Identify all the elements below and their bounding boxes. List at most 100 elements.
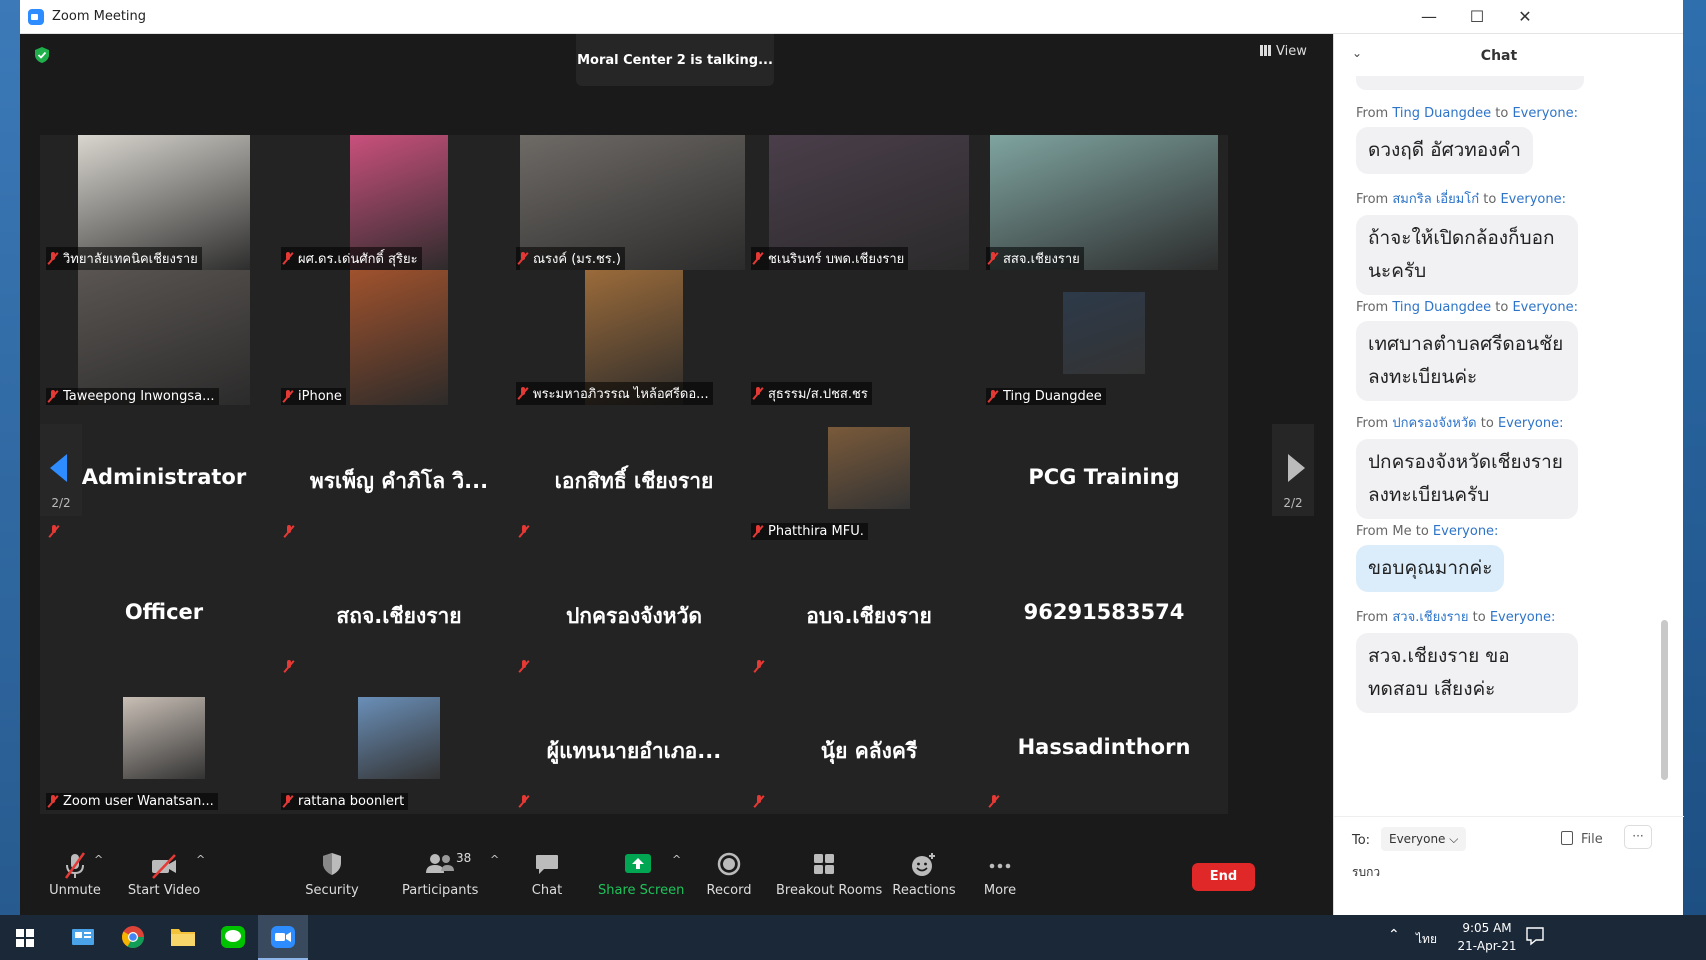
- participant-tile[interactable]: PCG Training: [980, 405, 1228, 544]
- participant-tile[interactable]: ผศ.ดร.เด่นศักดิ์ สุริยะ: [275, 135, 523, 274]
- breakout-rooms-button[interactable]: Breakout Rooms: [776, 839, 882, 915]
- participant-tile[interactable]: อบจ.เชียงราย: [745, 540, 993, 679]
- sender-name[interactable]: Ting Duangdee: [1392, 300, 1491, 315]
- participant-tile[interactable]: สุธรรม/ส.ปชส.ชร: [745, 270, 993, 409]
- participant-tile[interactable]: Hassadinthorn: [980, 675, 1228, 814]
- chat-more-button[interactable]: ···: [1624, 825, 1652, 849]
- clock-date[interactable]: 21-Apr-21: [1450, 939, 1524, 953]
- chat-message: From Ting Duangdee to Everyone: เทศบาลตำบ…: [1356, 300, 1578, 401]
- record-button[interactable]: Record: [704, 839, 754, 915]
- chat-bubble-icon: [536, 855, 558, 874]
- previous-page-button[interactable]: 2/2: [40, 424, 82, 516]
- close-button[interactable]: ✕: [1502, 4, 1548, 30]
- view-button[interactable]: View: [1260, 44, 1307, 59]
- video-options-caret[interactable]: ^: [196, 853, 205, 866]
- taskbar-app-explorer[interactable]: [158, 915, 208, 960]
- share-options-caret[interactable]: ^: [672, 853, 681, 866]
- participant-tile[interactable]: Zoom user Wanatsan...: [40, 675, 288, 814]
- participant-tile[interactable]: สถจ.เชียงราย: [275, 540, 523, 679]
- participant-tile[interactable]: วิทยาลัยเทคนิคเชียงราย: [40, 135, 288, 274]
- folder-icon: [171, 929, 195, 946]
- chat-message: From สวจ.เชียงราย to Everyone: สวจ.เชียงร…: [1356, 606, 1578, 713]
- taskbar-app-zoom[interactable]: [258, 915, 308, 960]
- participant-tile[interactable]: Ting Duangdee: [980, 270, 1228, 409]
- participants-icon: [426, 854, 454, 873]
- start-button[interactable]: [0, 915, 50, 960]
- input-language[interactable]: ไทย: [1416, 930, 1437, 949]
- participant-label: ชเนรินทร์ บพด.เชียงราย: [751, 247, 909, 270]
- chat-input[interactable]: รบกว: [1352, 863, 1380, 882]
- participant-label: Zoom user Wanatsan...: [46, 793, 218, 810]
- participant-label: ผศ.ดร.เด่นศักดิ์ สุริยะ: [281, 247, 422, 270]
- to-word: to: [1495, 106, 1509, 121]
- grid-view-icon: [1260, 45, 1271, 56]
- minimize-button[interactable]: —: [1406, 4, 1452, 30]
- participant-tile[interactable]: iPhone: [275, 270, 523, 409]
- video-grid: วิทยาลัยเทคนิคเชียงราย ผศ.ดร.เด่นศักดิ์ ส…: [40, 109, 1316, 839]
- clock-time[interactable]: 9:05 AM: [1456, 921, 1518, 935]
- notification-icon[interactable]: [1524, 925, 1546, 950]
- participant-tile[interactable]: ปกครองจังหวัด: [510, 540, 758, 679]
- from-word: From: [1356, 192, 1389, 207]
- encryption-shield-icon[interactable]: [34, 46, 50, 64]
- sender-name[interactable]: สมกริล เอี่ยมโก๋: [1392, 192, 1479, 207]
- maximize-button[interactable]: ☐: [1454, 4, 1500, 30]
- participant-tile[interactable]: ชเนรินทร์ บพด.เชียงราย: [745, 135, 993, 274]
- security-button[interactable]: Security: [300, 839, 364, 915]
- participant-tile[interactable]: Taweepong Inwongsa...: [40, 270, 288, 409]
- end-meeting-button[interactable]: End: [1192, 863, 1255, 891]
- window-title: Zoom Meeting: [52, 9, 147, 24]
- sender-name[interactable]: สวจ.เชียงราย: [1392, 610, 1468, 625]
- sender-name[interactable]: Ting Duangdee: [1392, 106, 1491, 121]
- participant-tile[interactable]: สสจ.เชียงราย: [980, 135, 1228, 274]
- participant-label: iPhone: [281, 388, 346, 405]
- sender-name[interactable]: Me: [1392, 524, 1411, 539]
- from-word: From: [1356, 524, 1389, 539]
- participant-tile[interactable]: Phatthira MFU.: [745, 405, 993, 544]
- participant-tile[interactable]: ณรงค์ (มร.ชร.): [510, 135, 758, 274]
- chevron-up-icon[interactable]: ⌃: [1388, 927, 1400, 943]
- reactions-button[interactable]: Reactions: [892, 839, 956, 915]
- chat-message-header: From สมกริล เอี่ยมโก๋ to Everyone:: [1356, 188, 1578, 209]
- to-label: To:: [1352, 833, 1371, 848]
- participant-label: ณรงค์ (มร.ชร.): [516, 247, 625, 270]
- recipient-select[interactable]: Everyone ⌵: [1381, 827, 1467, 851]
- active-speaker-indicator: Moral Center 2 is talking...: [576, 34, 774, 86]
- more-button[interactable]: More: [976, 839, 1024, 915]
- unmute-button[interactable]: Unmute: [40, 839, 110, 915]
- share-screen-button[interactable]: Share Screen: [598, 839, 684, 915]
- taskbar-app-news[interactable]: [58, 915, 108, 960]
- chat-button[interactable]: Chat: [522, 839, 572, 915]
- audio-options-caret[interactable]: ^: [94, 853, 103, 866]
- start-video-button[interactable]: Start Video: [124, 839, 204, 915]
- microphone-muted-icon: [519, 525, 529, 538]
- participants-button[interactable]: 38 Participants: [402, 839, 478, 915]
- participant-name: Officer: [124, 600, 204, 624]
- breakout-rooms-icon: [814, 854, 834, 874]
- participant-tile[interactable]: Officer: [40, 540, 288, 679]
- taskbar-app-line[interactable]: [208, 915, 258, 960]
- windows-logo-icon: [16, 929, 34, 947]
- participant-tile[interactable]: rattana boonlert: [275, 675, 523, 814]
- participants-options-caret[interactable]: ^: [490, 853, 499, 866]
- file-icon: [1561, 831, 1573, 845]
- chat-messages[interactable]: From Ting Duangdee to Everyone: ดวงฤดี อั…: [1334, 76, 1664, 816]
- zoom-window: Zoom Meeting — ☐ ✕ Moral Center 2 is tal…: [20, 0, 1684, 915]
- taskbar-app-chrome[interactable]: [108, 915, 158, 960]
- participant-tile[interactable]: พระมหาอภิวรรณ ไหล้อศรีดอ...: [510, 270, 758, 409]
- file-button[interactable]: File: [1561, 831, 1603, 847]
- camera-off-icon: [152, 854, 176, 879]
- sender-name[interactable]: ปกครองจังหวัด: [1392, 416, 1476, 431]
- next-page-button[interactable]: 2/2: [1272, 424, 1314, 516]
- participants-count: 38: [456, 851, 472, 865]
- chat-bubble: สวจ.เชียงราย ขอทดสอบ เสียงค่ะ: [1356, 633, 1578, 713]
- more-dots-icon: [989, 863, 1011, 869]
- recipient-name: Everyone:: [1512, 106, 1578, 121]
- participant-tile[interactable]: เอกสิทธิ์ เชียงราย: [510, 405, 758, 544]
- participant-tile[interactable]: พรเพ็ญ คำภิโล วิ...: [275, 405, 523, 544]
- chat-scrollbar[interactable]: [1661, 620, 1668, 780]
- microphone-muted-icon: [753, 387, 763, 400]
- participant-tile[interactable]: ผู้แทนนายอำเภอ...: [510, 675, 758, 814]
- participant-tile[interactable]: 96291583574: [980, 540, 1228, 679]
- participant-tile[interactable]: นุ้ย คลังครี: [745, 675, 993, 814]
